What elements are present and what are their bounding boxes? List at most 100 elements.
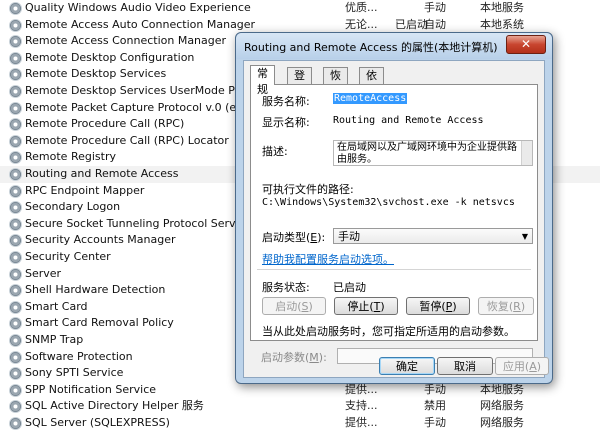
gear-icon [10, 235, 21, 247]
gear-icon [10, 152, 21, 164]
cancel-button[interactable]: 取消 [437, 357, 493, 375]
startup-type-select[interactable]: 手动 ▼ [333, 228, 533, 244]
description-scrollbar[interactable] [521, 141, 532, 165]
start-params-label-end: ): [318, 351, 327, 364]
tab-general[interactable]: 常规 [250, 65, 275, 96]
service-name: Software Protection [25, 349, 133, 363]
resume-button[interactable]: 恢复(R) [478, 297, 534, 315]
gear-icon [10, 52, 21, 64]
stop-button[interactable]: 停止(T) [334, 297, 398, 315]
description-field[interactable]: 在局域网以及广域网环境中为企业提供路由服务。 [333, 140, 533, 166]
gear-icon [10, 418, 21, 429]
startup-type-label: 启动类型(E): [262, 229, 325, 245]
gear-icon [10, 401, 21, 413]
service-name: Secure Socket Tunneling Protocol Service [25, 216, 252, 230]
apply-button[interactable]: 应用(A) [495, 357, 549, 375]
service-name: Secondary Logon [25, 200, 121, 214]
description-value: 在局域网以及广域网环境中为企业提供路由服务。 [337, 142, 517, 165]
gear-icon [10, 351, 21, 363]
tab-recovery[interactable]: 恢复 [323, 67, 348, 98]
service-properties-dialog: Routing and Remote Access 的属性(本地计算机) ✕ 常… [235, 32, 553, 384]
service-name-value[interactable]: RemoteAccess [333, 93, 408, 104]
pause-button[interactable]: 暂停(P) [406, 297, 470, 315]
exe-path-value[interactable]: C:\Windows\System32\svchost.exe -k netsv… [262, 197, 515, 208]
gear-icon [10, 69, 21, 81]
dialog-titlebar[interactable]: Routing and Remote Access 的属性(本地计算机) ✕ [236, 33, 552, 59]
service-logon-as: 网络服务 [480, 399, 524, 413]
service-name: Remote Desktop Services [25, 67, 167, 81]
gear-icon [10, 368, 21, 380]
resume-button-text: 恢复( [486, 300, 514, 313]
gear-icon [10, 202, 21, 214]
gear-icon [10, 318, 21, 330]
start-button-text: 启动( [275, 300, 302, 313]
pause-button-end: ) [452, 300, 457, 313]
service-name: Remote Access Connection Manager [25, 34, 227, 48]
gear-icon [10, 135, 21, 147]
help-configure-link[interactable]: 帮助我配置服务启动选项。 [262, 251, 394, 267]
service-name: Remote Access Auto Connection Manager [25, 17, 256, 31]
chevron-down-icon: ▼ [521, 232, 528, 241]
resume-button-accel: R [513, 300, 521, 313]
gear-icon [10, 169, 21, 180]
service-name: Remote Registry [25, 150, 116, 164]
gear-icon [10, 102, 21, 114]
service-status-value: 已启动 [333, 281, 366, 294]
service-name: SQL Active Directory Helper 服务 [25, 399, 204, 413]
gear-icon [10, 36, 21, 48]
service-name: Remote Procedure Call (RPC) [25, 117, 185, 131]
close-button[interactable]: ✕ [506, 35, 546, 54]
service-name: Smart Card [25, 299, 88, 313]
resume-button-end: ) [520, 300, 526, 313]
display-name-value[interactable]: Routing and Remote Access [333, 115, 484, 126]
divider [257, 269, 531, 270]
service-startup-type: 自动 [424, 17, 446, 31]
startup-type-label-end: ): [317, 231, 326, 244]
service-name: SQL Server (SQLEXPRESS) [25, 416, 170, 429]
service-description: 无论... [345, 17, 378, 31]
description-label: 描述: [262, 145, 288, 158]
general-tab-panel: 服务名称: RemoteAccess 显示名称: Routing and Rem… [250, 84, 538, 341]
service-name: Sony SPTI Service [25, 366, 124, 380]
service-row[interactable]: SPP Notification Service 提供... 手动 本地服务 [0, 382, 600, 399]
service-row[interactable]: Remote Access Auto Connection Manager 无论.… [0, 17, 600, 34]
gear-icon [10, 252, 21, 263]
service-logon-as: 本地系统 [480, 17, 524, 31]
apply-button-accel: A [529, 360, 537, 373]
service-name: Routing and Remote Access [25, 167, 179, 180]
apply-button-end: ) [536, 360, 542, 373]
gear-icon [10, 3, 21, 14]
service-row[interactable]: SQL Active Directory Helper 服务 支持... 禁用 网络服… [0, 398, 600, 415]
service-startup-type: 手动 [424, 382, 446, 396]
service-name: Remote Desktop Configuration [25, 50, 195, 64]
gear-icon [10, 86, 21, 97]
service-name: Smart Card Removal Policy [25, 316, 174, 330]
gear-icon [10, 335, 21, 346]
close-icon: ✕ [520, 37, 532, 51]
startup-type-value: 手动 [338, 230, 360, 243]
startup-type-label-text: 启动类型( [262, 231, 311, 244]
service-logon-as: 网络服务 [480, 416, 524, 429]
service-name: Shell Hardware Detection [25, 283, 166, 297]
service-name-label: 服务名称: [262, 95, 310, 108]
gear-icon [10, 119, 21, 131]
tab-dependencies[interactable]: 依存关系 [359, 67, 384, 130]
tab-logon[interactable]: 登录 [287, 67, 312, 98]
stop-button-text: 停止( [347, 300, 374, 313]
service-description: 提供... [345, 416, 378, 429]
stop-button-end: ) [380, 300, 385, 313]
service-description: 优质... [345, 1, 378, 14]
ok-button[interactable]: 确定 [379, 357, 435, 375]
exe-path-label: 可执行文件的路径: [262, 183, 354, 196]
service-row[interactable]: Quality Windows Audio Video Experience 优质… [0, 0, 600, 17]
service-row[interactable]: SQL Server (SQLEXPRESS) 提供... 手动 网络服务 [0, 415, 600, 432]
service-name: SNMP Trap [25, 333, 84, 346]
display-name-label: 显示名称: [262, 116, 310, 129]
service-name: Security Accounts Manager [25, 233, 176, 247]
service-startup-type: 手动 [424, 1, 446, 14]
service-description: 支持... [345, 399, 378, 413]
service-name: SPP Notification Service [25, 382, 157, 396]
start-params-label-text: 启动参数( [261, 351, 310, 364]
service-name: RPC Endpoint Mapper [25, 183, 145, 197]
start-button[interactable]: 启动(S) [262, 297, 326, 315]
